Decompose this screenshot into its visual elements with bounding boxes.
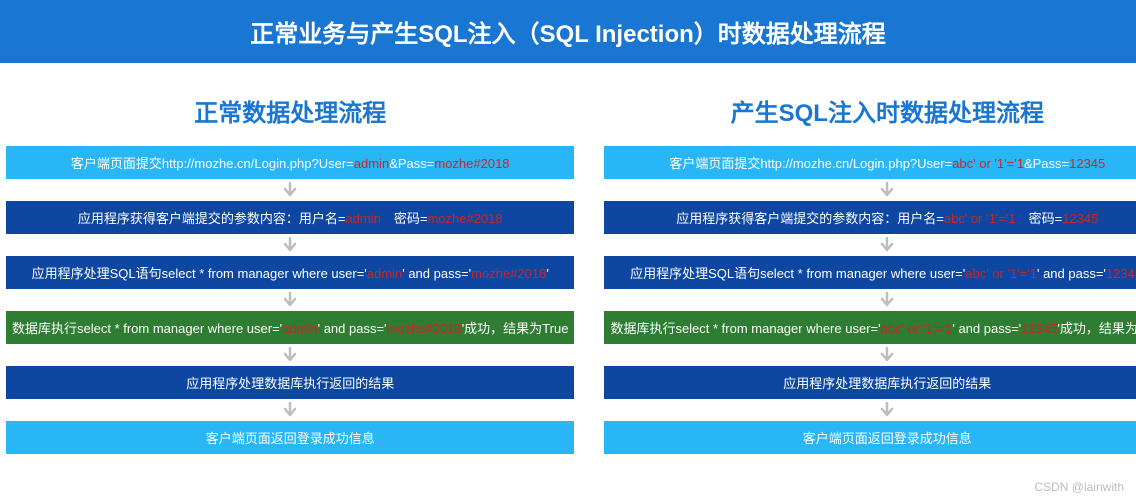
arrow-down-icon [6,289,574,311]
highlight-user: admin [367,266,402,281]
arrow-down-icon [604,399,1136,421]
highlight-pass: mozhe#2018 [434,156,509,171]
text: ' and pass=' [318,321,387,336]
highlight-pass: 12345 [1106,266,1136,281]
injection-flow-column: 产生SQL注入时数据处理流程 客户端页面提交http://mozhe.cn/Lo… [604,93,1136,454]
text: 客户端页面提交http://mozhe.cn/Login.php?User= [71,156,354,171]
right-step-2: 应用程序获得客户端提交的参数内容：用户名=abc' or '1'='1 密码=1… [604,201,1136,234]
highlight-user: abc' or '1'='1 [881,321,953,336]
highlight-user: abc' or '1'='1 [944,211,1016,226]
arrow-down-icon [604,289,1136,311]
left-step-4: 数据库执行select * from manager where user='a… [6,311,574,344]
text: &Pass= [389,156,434,171]
highlight-pass: 12345 [1069,156,1105,171]
highlight-user: abc' or '1'='1 [952,156,1024,171]
left-step-2: 应用程序获得客户端提交的参数内容：用户名=admin 密码=mozhe#2018 [6,201,574,234]
arrow-down-icon [6,344,574,366]
highlight-user: admin [282,321,317,336]
arrow-down-icon [604,344,1136,366]
injection-flow-heading: 产生SQL注入时数据处理流程 [604,93,1136,128]
left-step-6: 客户端页面返回登录成功信息 [6,421,574,454]
normal-flow-column: 正常数据处理流程 客户端页面提交http://mozhe.cn/Login.ph… [6,93,574,454]
text: 应用程序获得客户端提交的参数内容：用户名= [676,211,944,226]
text: 客户端页面提交http://mozhe.cn/Login.php?User= [669,156,952,171]
text: 数据库执行select * from manager where user=' [610,321,880,336]
text: '成功，结果为True [462,321,569,336]
highlight-pass: mozhe#2018 [471,266,546,281]
diagram-columns: 正常数据处理流程 客户端页面提交http://mozhe.cn/Login.ph… [0,63,1136,462]
text: 密码= [381,211,428,226]
text: ' and pass=' [1037,266,1106,281]
highlight-pass: 12345 [1021,321,1057,336]
right-step-5: 应用程序处理数据库执行返回的结果 [604,366,1136,399]
text: ' [546,266,548,281]
normal-flow-heading: 正常数据处理流程 [6,93,574,128]
arrow-down-icon [604,234,1136,256]
arrow-down-icon [6,234,574,256]
right-step-4: 数据库执行select * from manager where user='a… [604,311,1136,344]
text: &Pass= [1024,156,1069,171]
highlight-user: admin [354,156,389,171]
text: '成功，结果为True [1057,321,1136,336]
watermark: CSDN @lainwith [1034,480,1124,494]
left-step-5: 应用程序处理数据库执行返回的结果 [6,366,574,399]
highlight-user: admin [345,211,380,226]
arrow-down-icon [6,179,574,201]
text: 数据库执行select * from manager where user=' [12,321,282,336]
highlight-pass: mozhe#2018 [387,321,462,336]
diagram-title: 正常业务与产生SQL注入（SQL Injection）时数据处理流程 [0,0,1136,63]
highlight-user: abc' or '1'='1 [965,266,1037,281]
arrow-down-icon [604,179,1136,201]
arrow-down-icon [6,399,574,421]
left-step-3: 应用程序处理SQL语句select * from manager where u… [6,256,574,289]
text: 密码= [1016,211,1063,226]
left-step-1: 客户端页面提交http://mozhe.cn/Login.php?User=ad… [6,146,574,179]
right-step-1: 客户端页面提交http://mozhe.cn/Login.php?User=ab… [604,146,1136,179]
text: 应用程序处理SQL语句select * from manager where u… [630,266,965,281]
text: 应用程序处理SQL语句select * from manager where u… [32,266,367,281]
text: 应用程序获得客户端提交的参数内容：用户名= [78,211,346,226]
right-step-3: 应用程序处理SQL语句select * from manager where u… [604,256,1136,289]
highlight-pass: mozhe#2018 [427,211,502,226]
text: ' and pass=' [952,321,1021,336]
highlight-pass: 12345 [1062,211,1098,226]
right-step-6: 客户端页面返回登录成功信息 [604,421,1136,454]
text: ' and pass=' [402,266,471,281]
